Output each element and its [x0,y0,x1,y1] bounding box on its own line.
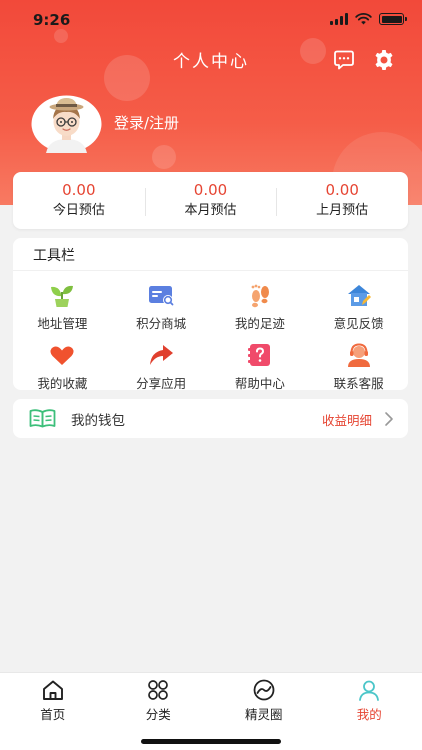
tool-points-mall[interactable]: 积分商城 [112,282,211,332]
tool-label: 我的收藏 [37,376,88,391]
tool-feedback[interactable]: 意见反馈 [309,282,408,332]
toolbar-title: 工具栏 [33,248,75,264]
stat-label: 本月预估 [184,203,237,218]
stat-value: 0.00 [62,181,96,199]
tab-elf-circle[interactable]: 精灵圈 [211,673,317,723]
house-edit-icon [347,285,371,306]
circle-icon [253,679,275,701]
tool-label: 帮助中心 [234,376,285,391]
status-bar: 9:26 [0,0,422,40]
chevron-right-icon [385,412,393,426]
message-icon[interactable] [332,48,356,72]
home-icon [42,680,63,700]
tool-label: 我的足迹 [234,316,285,331]
footprint-icon [251,284,269,308]
signal-icon [330,13,348,25]
tab-category[interactable]: 分类 [106,673,212,723]
tool-share-app[interactable]: 分享应用 [112,342,211,392]
page-title: 个人中心 [173,52,249,72]
tab-home[interactable]: 首页 [0,673,106,723]
tool-my-favorites[interactable]: 我的收藏 [13,342,112,392]
status-time: 9:26 [33,11,71,29]
stat-label: 上月预估 [316,203,369,218]
support-icon [347,343,370,367]
tool-label: 意见反馈 [333,316,384,331]
tool-address-management[interactable]: 地址管理 [13,282,112,332]
battery-icon [379,13,407,25]
help-icon [247,344,270,366]
tool-label: 地址管理 [37,316,88,331]
heart-icon [50,346,74,365]
profile-icon [359,680,380,701]
tool-label: 积分商城 [136,316,187,331]
wallet-label: 我的钱包 [71,413,125,429]
my-wallet-row[interactable]: 我的钱包 收益明细 [13,399,408,438]
tab-label: 分类 [145,707,171,722]
wallet-book-icon [29,409,56,428]
share-icon [150,345,174,365]
earnings-detail-link[interactable]: 收益明细 [322,410,372,429]
tab-mine[interactable]: 我的 [317,673,422,723]
tab-label: 我的 [356,707,382,722]
tool-label: 分享应用 [136,376,187,391]
earnings-stats-card: 0.00 今日预估 0.00 本月预估 0.00 上月预估 [13,172,408,229]
gear-icon[interactable] [372,48,396,72]
tool-help-center[interactable]: 帮助中心 [211,342,310,392]
tool-my-footprints[interactable]: 我的足迹 [211,282,310,332]
stat-last-month[interactable]: 0.00 上月预估 [276,180,408,221]
stat-label: 今日预估 [52,203,105,218]
plant-icon [51,285,74,307]
stat-value: 0.00 [325,181,359,199]
toolbar-card: 工具栏 地址管理 积分商城 我的足迹 意见反馈 我的收藏 分享应用 帮助中心 联… [13,238,408,392]
tab-label: 精灵圈 [244,707,283,722]
stat-today[interactable]: 0.00 今日预估 [13,180,145,221]
avatar[interactable] [31,95,102,153]
divider [13,270,408,271]
card-icon [149,286,174,306]
tool-contact-support[interactable]: 联系客服 [309,342,408,392]
category-icon [148,680,169,700]
stat-this-month[interactable]: 0.00 本月预估 [144,180,277,221]
home-indicator [141,739,281,744]
tab-label: 首页 [40,707,66,722]
stat-value: 0.00 [193,181,228,199]
login-register-link[interactable]: 登录/注册 [114,112,179,133]
tool-label: 联系客服 [333,376,384,391]
wifi-icon [355,13,372,25]
